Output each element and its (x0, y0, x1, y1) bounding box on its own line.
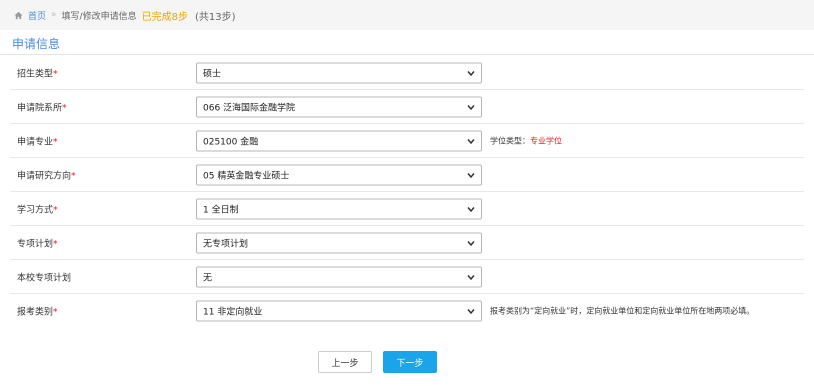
chevron-down-icon (467, 206, 475, 212)
chevron-down-icon (467, 104, 475, 110)
major-select[interactable]: 025100 金融 (196, 130, 482, 152)
section-divider (0, 54, 814, 55)
form-row-major: 申请专业* 025100 金融 学位类型：专业学位 (0, 124, 814, 158)
form-row-special-plan: 专项计划* 无专项计划 (0, 226, 814, 260)
breadcrumb-current: 填写/修改申请信息 (61, 11, 137, 22)
select-value: 066 泛海国际金融学院 (203, 103, 296, 114)
department-select[interactable]: 066 泛海国际金融学院 (196, 96, 482, 118)
admission-type-select[interactable]: 硕士 (196, 62, 482, 84)
field-label: 专项计划* (17, 239, 58, 250)
exam-category-select[interactable]: 11 非定向就业 (196, 300, 482, 322)
form-row-research-direction: 申请研究方向* 05 精英金融专业硕士 (0, 158, 814, 192)
select-value: 硕士 (203, 69, 222, 80)
select-value: 11 非定向就业 (203, 307, 263, 318)
home-icon (14, 11, 23, 19)
chevron-down-icon (467, 308, 475, 314)
field-label: 申请专业* (17, 137, 58, 148)
chevron-down-icon (467, 274, 475, 280)
breadcrumb-separator: » (51, 10, 57, 20)
breadcrumb: 首页 » 填写/修改申请信息 已完成8步 (共13步) (0, 0, 814, 30)
form-row-school-special-plan: 本校专项计划 无 (0, 260, 814, 294)
chevron-down-icon (467, 172, 475, 178)
field-label: 报考类别* (17, 307, 58, 318)
field-label: 本校专项计划 (17, 273, 72, 284)
next-step-button[interactable]: 下一步 (383, 351, 437, 373)
degree-type-info: 学位类型：专业学位 (490, 136, 562, 146)
select-value: 025100 金融 (203, 137, 259, 148)
select-value: 1 全日制 (203, 205, 239, 216)
special-plan-select[interactable]: 无专项计划 (196, 232, 482, 254)
school-special-plan-select[interactable]: 无 (196, 266, 482, 288)
select-value: 无专项计划 (203, 239, 249, 250)
progress-total-text: (共13步) (194, 11, 236, 23)
form-row-admission-type: 招生类型* 硕士 (0, 56, 814, 90)
form-row-exam-category: 报考类别* 11 非定向就业 报考类别为“定向就业”时，定向就业单位和定向就业单… (0, 294, 814, 328)
chevron-down-icon (467, 240, 475, 246)
form-row-study-mode: 学习方式* 1 全日制 (0, 192, 814, 226)
field-label: 招生类型* (17, 69, 58, 80)
section-title: 申请信息 (12, 37, 61, 51)
field-label: 申请院系所* (17, 103, 67, 114)
field-label: 学习方式* (17, 205, 58, 216)
progress-done-text: 已完成8步 (141, 11, 188, 23)
select-value: 05 精英金融专业硕士 (203, 171, 290, 182)
form-row-department: 申请院系所* 066 泛海国际金融学院 (0, 90, 814, 124)
breadcrumb-home-link[interactable]: 首页 (28, 9, 46, 22)
study-mode-select[interactable]: 1 全日制 (196, 198, 482, 220)
chevron-down-icon (467, 138, 475, 144)
chevron-down-icon (467, 70, 475, 76)
field-label: 申请研究方向* (17, 171, 76, 182)
select-value: 无 (203, 273, 213, 284)
prev-step-button[interactable]: 上一步 (318, 351, 372, 373)
research-direction-select[interactable]: 05 精英金融专业硕士 (196, 164, 482, 186)
exam-category-hint: 报考类别为“定向就业”时，定向就业单位和定向就业单位所在地两项必填。 (490, 306, 755, 316)
